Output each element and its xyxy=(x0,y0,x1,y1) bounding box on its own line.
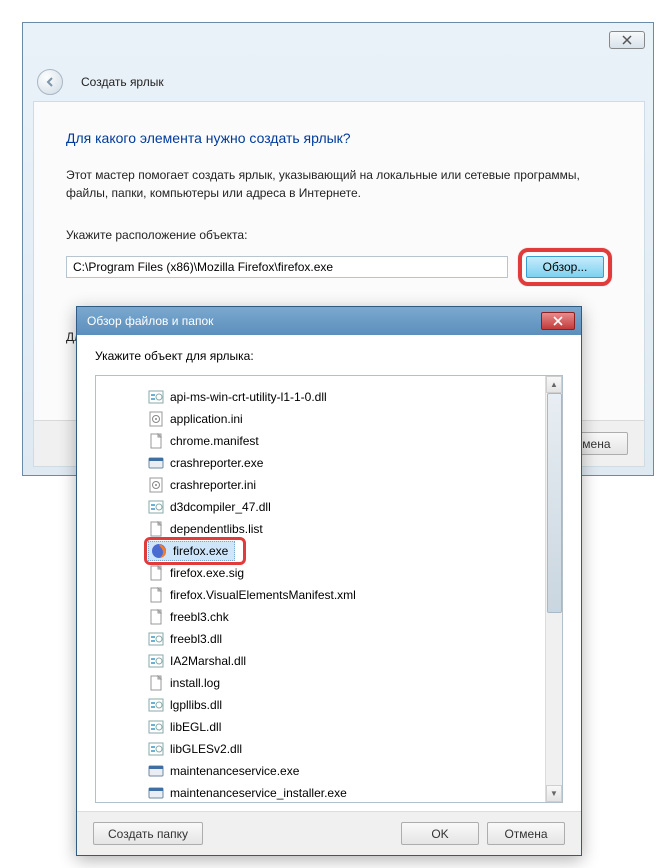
file-icon xyxy=(148,521,164,537)
file-item-selected[interactable]: firefox.exe xyxy=(148,540,562,562)
file-name: chrome.manifest xyxy=(170,434,259,448)
file-name: firefox.exe xyxy=(173,544,228,558)
file-item[interactable]: IA2Marshal.dll xyxy=(148,650,562,672)
file-item[interactable]: lgpllibs.dll xyxy=(148,694,562,716)
file-name: install.log xyxy=(170,676,220,690)
file-item[interactable]: freebl3.dll xyxy=(148,628,562,650)
file-icon xyxy=(148,609,164,625)
file-name: lgpllibs.dll xyxy=(170,698,222,712)
dll-icon xyxy=(148,697,164,713)
file-item[interactable]: freebl3.chk xyxy=(148,606,562,628)
ini-icon xyxy=(148,411,164,427)
file-icon xyxy=(148,675,164,691)
ini-icon xyxy=(148,477,164,493)
file-name: maintenanceservice.exe xyxy=(170,764,299,778)
scroll-track[interactable] xyxy=(546,393,562,785)
window-close-button[interactable] xyxy=(609,31,645,49)
file-name: IA2Marshal.dll xyxy=(170,654,246,668)
exe-icon xyxy=(148,763,164,779)
close-icon xyxy=(553,316,563,326)
file-item[interactable]: maintenanceservice.exe xyxy=(148,760,562,782)
file-item[interactable]: application.ini xyxy=(148,408,562,430)
file-name: application.ini xyxy=(170,412,243,426)
dialog-title: Обзор файлов и папок xyxy=(87,314,213,328)
file-item[interactable]: d3dcompiler_47.dll xyxy=(148,496,562,518)
file-name: crashreporter.exe xyxy=(170,456,263,470)
ok-button[interactable]: OK xyxy=(401,822,479,845)
dialog-button-bar: Создать папку OK Отмена xyxy=(77,811,581,855)
exe-icon xyxy=(148,455,164,471)
file-name: maintenanceservice_installer.exe xyxy=(170,786,347,800)
close-icon xyxy=(622,35,632,45)
file-name: api-ms-win-crt-utility-l1-1-0.dll xyxy=(170,390,327,404)
file-item[interactable]: install.log xyxy=(148,672,562,694)
file-icon xyxy=(148,565,164,581)
file-name: crashreporter.ini xyxy=(170,478,256,492)
file-name: freebl3.chk xyxy=(170,610,229,624)
file-item[interactable]: libEGL.dll xyxy=(148,716,562,738)
exe-icon xyxy=(148,785,164,801)
scroll-up-arrow[interactable]: ▲ xyxy=(546,376,562,393)
dll-icon xyxy=(148,653,164,669)
file-name: d3dcompiler_47.dll xyxy=(170,500,271,514)
file-item[interactable]: api-ms-win-crt-utility-l1-1-0.dll xyxy=(148,386,562,408)
create-folder-button[interactable]: Создать папку xyxy=(93,822,203,845)
file-icon xyxy=(148,433,164,449)
dll-icon xyxy=(148,719,164,735)
file-item[interactable]: crashreporter.ini xyxy=(148,474,562,496)
file-item[interactable]: libGLESv2.dll xyxy=(148,738,562,760)
firefox-icon xyxy=(151,543,167,559)
file-name: libEGL.dll xyxy=(170,720,221,734)
browse-button[interactable]: Обзор... xyxy=(526,256,604,278)
file-item[interactable]: firefox.VisualElementsManifest.xml xyxy=(148,584,562,606)
file-name: libGLESv2.dll xyxy=(170,742,242,756)
dll-icon xyxy=(148,631,164,647)
wizard-header-row: Создать ярлык xyxy=(23,63,653,101)
scroll-down-arrow[interactable]: ▼ xyxy=(546,785,562,802)
browse-files-dialog: Обзор файлов и папок Укажите объект для … xyxy=(76,306,582,856)
file-item[interactable]: firefox.exe.sig xyxy=(148,562,562,584)
file-name: firefox.exe.sig xyxy=(170,566,244,580)
file-name: dependentlibs.list xyxy=(170,522,263,536)
wizard-description: Этот мастер помогает создать ярлык, указ… xyxy=(66,166,612,202)
vertical-scrollbar[interactable]: ▲ ▼ xyxy=(545,376,562,802)
file-name: freebl3.dll xyxy=(170,632,222,646)
dialog-cancel-button[interactable]: Отмена xyxy=(487,822,565,845)
wizard-heading: Для какого элемента нужно создать ярлык? xyxy=(66,130,612,146)
file-item[interactable]: maintenanceservice_installer.exe xyxy=(148,782,562,803)
back-button[interactable] xyxy=(37,69,63,95)
dll-icon xyxy=(148,389,164,405)
location-label: Укажите расположение объекта: xyxy=(66,228,612,242)
dll-icon xyxy=(148,499,164,515)
arrow-left-icon xyxy=(44,76,56,88)
location-input[interactable] xyxy=(66,256,508,278)
dialog-close-button[interactable] xyxy=(541,312,575,330)
file-item[interactable]: chrome.manifest xyxy=(148,430,562,452)
file-name: firefox.VisualElementsManifest.xml xyxy=(170,588,356,602)
dll-icon xyxy=(148,741,164,757)
browse-button-highlight: Обзор... xyxy=(518,248,612,286)
file-tree[interactable]: ▲ ▼ api-ms-win-crt-utility-l1-1-0.dll app… xyxy=(95,375,563,803)
file-icon xyxy=(148,587,164,603)
dialog-instruction: Укажите объект для ярлыка: xyxy=(95,349,563,363)
selected-file-highlight: firefox.exe xyxy=(144,537,246,565)
file-item[interactable]: crashreporter.exe xyxy=(148,452,562,474)
dialog-titlebar[interactable]: Обзор файлов и папок xyxy=(77,307,581,335)
scroll-thumb[interactable] xyxy=(547,393,562,613)
wizard-title: Создать ярлык xyxy=(81,75,164,89)
